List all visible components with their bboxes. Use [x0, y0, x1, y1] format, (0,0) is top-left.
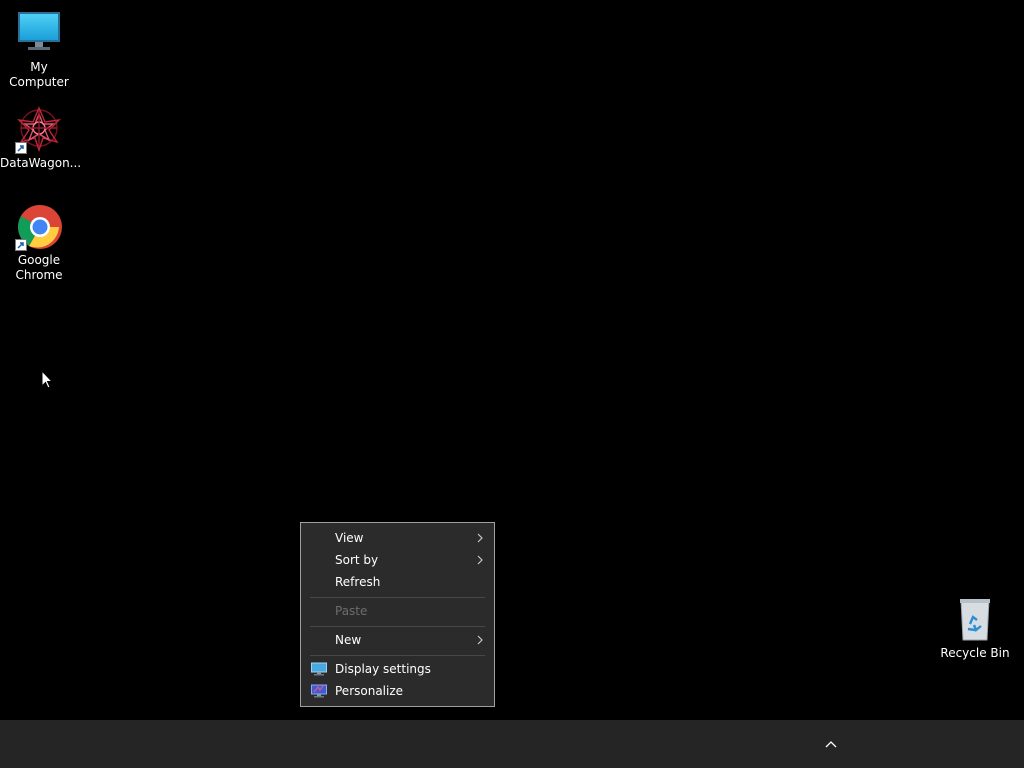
- shortcut-arrow-icon: [15, 142, 27, 154]
- menu-separator: [310, 597, 485, 598]
- menu-item-label: Display settings: [335, 662, 431, 676]
- desktop[interactable]: My Computer DataWagon... Google Chrome R…: [0, 0, 1024, 720]
- desktop-icon-label: Recycle Bin: [940, 646, 1010, 660]
- chevron-up-icon[interactable]: [820, 734, 842, 754]
- taskbar[interactable]: [0, 720, 1024, 768]
- menu-item-label: Sort by: [335, 553, 379, 567]
- desktop-icon-label: My Computer: [9, 60, 69, 89]
- desktop-icon-my-computer[interactable]: My Computer: [0, 10, 78, 90]
- menu-item-personalize[interactable]: Personalize: [301, 680, 494, 702]
- menu-item-refresh[interactable]: Refresh: [301, 571, 494, 593]
- chrome-icon: [15, 203, 63, 251]
- chevron-right-icon: [477, 555, 483, 565]
- menu-item-label: New: [335, 633, 362, 647]
- menu-separator: [310, 626, 485, 627]
- desktop-icon-label: Google Chrome: [15, 253, 63, 282]
- desktop-context-menu: View Sort by Refresh Paste New Display s…: [300, 522, 495, 707]
- monitor-icon: [15, 10, 63, 58]
- menu-item-view[interactable]: View: [301, 527, 494, 549]
- recycle-bin-icon: [951, 596, 999, 644]
- personalize-icon: [311, 684, 327, 698]
- chevron-right-icon: [477, 533, 483, 543]
- menu-separator: [310, 655, 485, 656]
- menu-item-new[interactable]: New: [301, 629, 494, 651]
- desktop-icon-recycle-bin[interactable]: Recycle Bin: [936, 596, 1014, 661]
- menu-item-label: Personalize: [335, 684, 404, 698]
- menu-item-label: Refresh: [335, 575, 381, 589]
- menu-item-display-settings[interactable]: Display settings: [301, 658, 494, 680]
- datawagon-icon: [15, 106, 63, 154]
- mouse-cursor-icon: [41, 370, 53, 389]
- desktop-icon-datawagon[interactable]: DataWagon...: [0, 106, 82, 171]
- menu-item-label: View: [335, 531, 364, 545]
- menu-item-sort-by[interactable]: Sort by: [301, 549, 494, 571]
- desktop-icon-google-chrome[interactable]: Google Chrome: [0, 203, 78, 283]
- chevron-right-icon: [477, 635, 483, 645]
- display-settings-icon: [311, 662, 327, 676]
- menu-item-label: Paste: [335, 604, 368, 618]
- desktop-icon-label: DataWagon...: [0, 156, 82, 170]
- menu-item-paste[interactable]: Paste: [301, 600, 494, 622]
- shortcut-arrow-icon: [15, 239, 27, 251]
